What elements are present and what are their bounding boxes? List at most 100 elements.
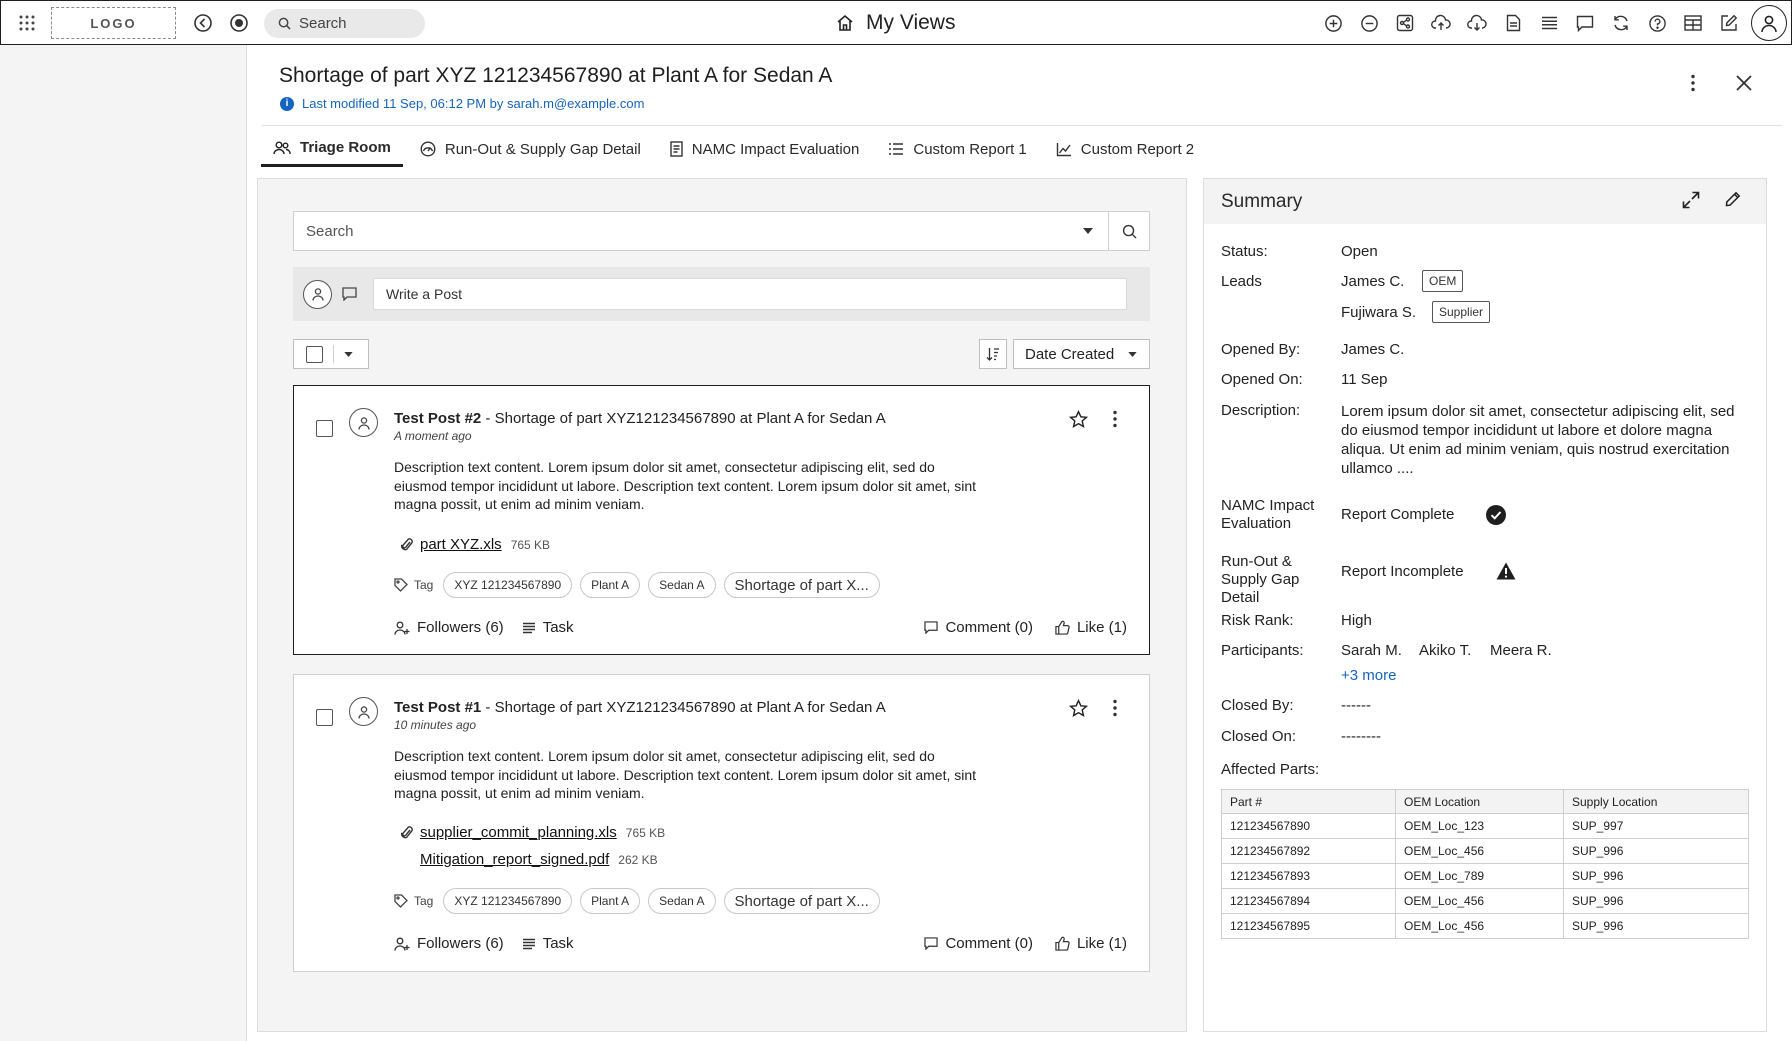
summary-panel: Summary Status: Open Leads James C. OEM … (1203, 178, 1767, 1032)
post-title-subject: - Shortage of part XYZ121234567890 at Pl… (481, 410, 886, 427)
add-follower-icon (394, 937, 410, 951)
select-all-control[interactable] (293, 339, 369, 369)
post-checkbox[interactable] (316, 709, 333, 726)
app-grid-icon[interactable] (9, 5, 45, 41)
share-icon[interactable] (1387, 5, 1423, 41)
star-icon[interactable] (1069, 410, 1088, 429)
attachment-link[interactable]: supplier_commit_planning.xls (420, 824, 617, 841)
table-row[interactable]: 121234567890 OEM_Loc_123 SUP_997 (1221, 813, 1749, 839)
participants-more-link[interactable]: +3 more (1341, 667, 1396, 684)
attachment-size: 765 KB (625, 825, 666, 840)
tag-chip[interactable]: Shortage of part X... (723, 888, 880, 914)
remove-icon[interactable] (1351, 5, 1387, 41)
risk-label: Risk Rank: (1221, 612, 1294, 629)
attachment-link[interactable]: Mitigation_report_signed.pdf (420, 851, 609, 868)
table-cell: 121234567893 (1221, 863, 1396, 889)
post-title[interactable]: Test Post #2 - Shortage of part XYZ12123… (394, 410, 886, 427)
more-options-icon[interactable] (1112, 699, 1118, 717)
sort-field-dropdown[interactable]: Date Created (1013, 339, 1150, 369)
edit-note-icon[interactable] (1711, 5, 1747, 41)
chevron-down-icon[interactable] (1068, 228, 1108, 234)
search-button[interactable] (1108, 212, 1149, 250)
tag-chip[interactable]: Sedan A (648, 888, 716, 914)
record-icon[interactable] (221, 5, 257, 41)
users-icon (273, 141, 291, 155)
followers-button[interactable]: Followers (6) (394, 619, 504, 636)
tag-chip[interactable]: Plant A (580, 572, 641, 598)
close-icon[interactable] (1735, 74, 1753, 92)
tab-namc-impact[interactable]: NAMC Impact Evaluation (658, 131, 872, 167)
document-icon[interactable] (1495, 5, 1531, 41)
menu-lines-icon[interactable] (1531, 5, 1567, 41)
tag-label: Tag (414, 578, 434, 592)
top-search-input[interactable]: Search (264, 9, 425, 38)
tab-run-out-supply-gap[interactable]: Run-Out & Supply Gap Detail (408, 131, 653, 167)
refresh-icon[interactable] (1603, 5, 1639, 41)
tab-custom-report-1[interactable]: Custom Report 1 (876, 131, 1038, 167)
more-options-icon[interactable] (1690, 74, 1696, 92)
cloud-download-icon[interactable] (1459, 5, 1495, 41)
post-card[interactable]: Test Post #2 - Shortage of part XYZ12123… (293, 385, 1150, 655)
lead-name: Fujiwara S. (1341, 304, 1417, 321)
comment-button[interactable]: Comment (0) (924, 935, 1033, 952)
write-post-input[interactable]: Write a Post (373, 278, 1127, 310)
tab-triage-room[interactable]: Triage Room (261, 131, 403, 167)
tag-icon (394, 894, 408, 908)
layout-icon[interactable] (1675, 5, 1711, 41)
table-cell: OEM_Loc_789 (1395, 863, 1564, 889)
task-button[interactable]: Task (522, 619, 574, 636)
home-icon[interactable] (836, 14, 854, 32)
sort-order-button[interactable] (979, 339, 1007, 369)
back-icon[interactable] (185, 5, 221, 41)
search-icon (278, 17, 291, 30)
logo: LOGO (51, 7, 176, 39)
like-button[interactable]: Like (1) (1055, 619, 1127, 636)
select-all-checkbox[interactable] (306, 345, 323, 363)
table-row[interactable]: 121234567895 OEM_Loc_456 SUP_996 (1221, 913, 1749, 939)
post-description: Description text content. Lorem ipsum do… (394, 459, 977, 512)
attachment[interactable]: part XYZ.xls 765 KB (394, 536, 550, 553)
paperclip-icon (394, 537, 420, 552)
add-icon[interactable] (1315, 5, 1351, 41)
post-checkbox[interactable] (316, 420, 333, 437)
feed-search-input[interactable]: Search (293, 211, 1150, 251)
tab-custom-report-2[interactable]: Custom Report 2 (1044, 131, 1206, 167)
user-avatar-icon[interactable] (1751, 5, 1787, 41)
cloud-upload-icon[interactable] (1423, 5, 1459, 41)
attachment[interactable]: Mitigation_report_signed.pdf 262 KB (394, 851, 658, 868)
app-title: My Views (836, 11, 955, 35)
table-row[interactable]: 121234567892 OEM_Loc_456 SUP_996 (1221, 838, 1749, 864)
more-options-icon[interactable] (1112, 410, 1118, 428)
post-actions: Followers (6) Task Comment (0) Like (1) (394, 619, 1127, 636)
tag-chip[interactable]: Plant A (580, 888, 641, 914)
tag-chip[interactable]: Sedan A (648, 572, 716, 598)
followers-button[interactable]: Followers (6) (394, 935, 504, 952)
table-row[interactable]: 121234567894 OEM_Loc_456 SUP_996 (1221, 888, 1749, 914)
help-icon[interactable] (1639, 5, 1675, 41)
thumbs-up-icon (1055, 936, 1070, 951)
role-badge: OEM (1422, 270, 1464, 292)
post-card[interactable]: Test Post #1 - Shortage of part XYZ12123… (293, 674, 1150, 972)
gauge-icon (420, 141, 436, 157)
tag-chip[interactable]: Shortage of part X... (723, 572, 880, 598)
comment-button[interactable]: Comment (0) (924, 619, 1033, 636)
attachment-link[interactable]: part XYZ.xls (420, 536, 502, 553)
like-button[interactable]: Like (1) (1055, 935, 1127, 952)
task-button[interactable]: Task (522, 935, 574, 952)
sort-icon (986, 347, 1000, 361)
tag-chip[interactable]: XYZ 121234567890 (443, 888, 573, 914)
expand-icon[interactable] (1682, 191, 1700, 209)
table-row[interactable]: 121234567893 OEM_Loc_789 SUP_996 (1221, 863, 1749, 889)
chevron-down-icon[interactable] (344, 351, 353, 357)
attachment[interactable]: supplier_commit_planning.xls 765 KB (394, 824, 665, 841)
tag-chip[interactable]: XYZ 121234567890 (443, 572, 573, 598)
post-title-name: Test Post #1 (394, 699, 482, 716)
comment-icon (924, 621, 939, 634)
tab-label: Run-Out & Supply Gap Detail (444, 140, 641, 158)
table-cell: SUP_997 (1563, 813, 1749, 839)
pencil-icon[interactable] (1725, 191, 1741, 207)
sort-field-label: Date Created (1025, 345, 1115, 363)
post-title[interactable]: Test Post #1 - Shortage of part XYZ12123… (394, 699, 886, 716)
chat-icon[interactable] (1567, 5, 1603, 41)
star-icon[interactable] (1069, 699, 1088, 718)
